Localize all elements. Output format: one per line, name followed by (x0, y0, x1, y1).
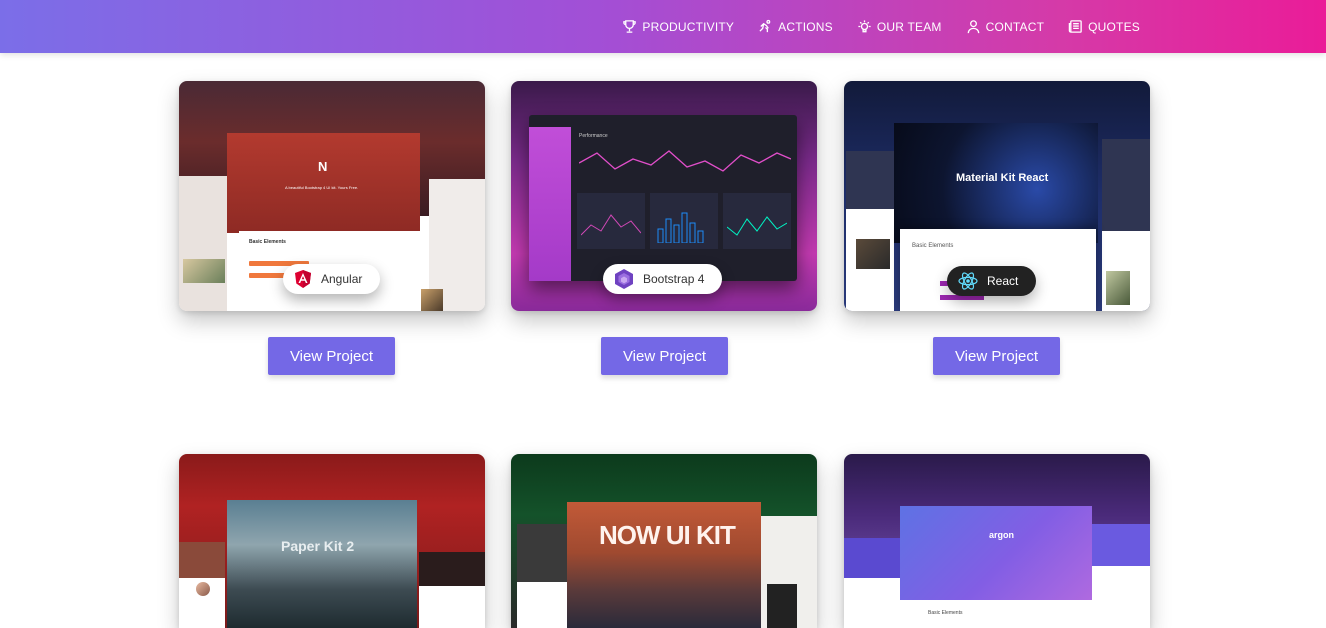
preview-photo-right (1106, 271, 1130, 305)
lightbulb-icon (858, 20, 871, 33)
view-project-button-angular[interactable]: View Project (268, 337, 395, 375)
preview-right-white (1092, 566, 1150, 628)
preview-photo (183, 259, 225, 283)
preview-main-hero (227, 133, 420, 233)
preview-body-title: Basic Elements (912, 243, 954, 249)
preview-left-white (844, 578, 900, 628)
react-badge: React (947, 266, 1037, 296)
nav-our-team[interactable]: OUR TEAM (857, 19, 942, 34)
project-card-react[interactable]: Material Kit React Basic Elements React (844, 81, 1150, 311)
top-navbar: PRODUCTIVITY ACTIONS OUR TEAM CONTACT QU… (0, 0, 1326, 53)
preview-perf-title: Performance (579, 133, 608, 139)
preview-section-title: Basic Elements (249, 239, 286, 245)
bootstrap-badge-label: Bootstrap 4 (643, 272, 705, 286)
preview-hero-title: Material Kit React (956, 172, 1049, 184)
preview-line-chart (579, 150, 791, 172)
user-icon (967, 20, 979, 34)
nav-actions-label: ACTIONS (778, 19, 833, 34)
preview-right-dark (767, 584, 797, 628)
preview-left-white (517, 582, 571, 628)
nav-quotes[interactable]: QUOTES (1068, 19, 1140, 34)
preview-small-chart-3 (727, 216, 787, 236)
view-project-button-bootstrap[interactable]: View Project (601, 337, 728, 375)
bootstrap-badge: Bootstrap 4 (603, 264, 723, 294)
preview-sidebar (529, 127, 571, 281)
project-card-angular[interactable]: N A beautiful Bootstrap 4 UI kit. Yours … (179, 81, 485, 311)
preview-left-page (179, 176, 227, 311)
newspaper-icon (1068, 20, 1082, 33)
preview-bar-chart (657, 212, 704, 243)
angular-badge-label: Angular (321, 272, 363, 286)
preview-hero-title: Paper Kit 2 (281, 538, 355, 554)
preview-logo-text: N (318, 159, 328, 174)
project-card-paper-kit[interactable]: Paper Kit 2 (179, 454, 485, 628)
preview-avatar (194, 580, 212, 598)
preview-photo-right (421, 289, 443, 311)
angular-badge: Angular (283, 264, 381, 294)
preview-right-white (419, 586, 485, 628)
react-logo-icon (958, 272, 978, 290)
trophy-icon (623, 20, 637, 33)
project-card-argon[interactable]: argon Basic Elements (844, 454, 1150, 628)
nav-productivity[interactable]: PRODUCTIVITY (622, 19, 734, 34)
preview-main-hero (227, 500, 417, 628)
preview-hero-title: NOW UI KIT (599, 520, 736, 550)
nav-contact[interactable]: CONTACT (966, 19, 1045, 34)
preview-hero-title: argon (989, 530, 1015, 540)
preview-subtitle: A beautiful Bootstrap 4 UI kit. Yours Fr… (285, 185, 359, 190)
nav-contact-label: CONTACT (985, 19, 1045, 34)
preview-main-hero (900, 506, 1092, 602)
running-icon (759, 19, 771, 33)
bootstrap-logo-icon (615, 269, 633, 289)
preview-small-chart-1 (581, 214, 641, 236)
preview-body-title: Basic Elements (928, 610, 963, 616)
nav-our-team-label: OUR TEAM (876, 19, 942, 34)
nav-quotes-label: QUOTES (1088, 19, 1140, 34)
nav-actions[interactable]: ACTIONS (758, 19, 833, 34)
project-card-now-ui-kit[interactable]: NOW UI KIT (511, 454, 817, 628)
main-nav: PRODUCTIVITY ACTIONS OUR TEAM CONTACT QU… (622, 0, 1140, 53)
react-badge-label: React (987, 274, 1019, 288)
preview-photo (856, 239, 890, 269)
project-card-bootstrap[interactable]: Performance Bootstrap 4 (511, 81, 817, 311)
nav-productivity-label: PRODUCTIVITY (642, 19, 735, 34)
view-project-button-react[interactable]: View Project (933, 337, 1060, 375)
angular-logo-icon (295, 270, 311, 288)
